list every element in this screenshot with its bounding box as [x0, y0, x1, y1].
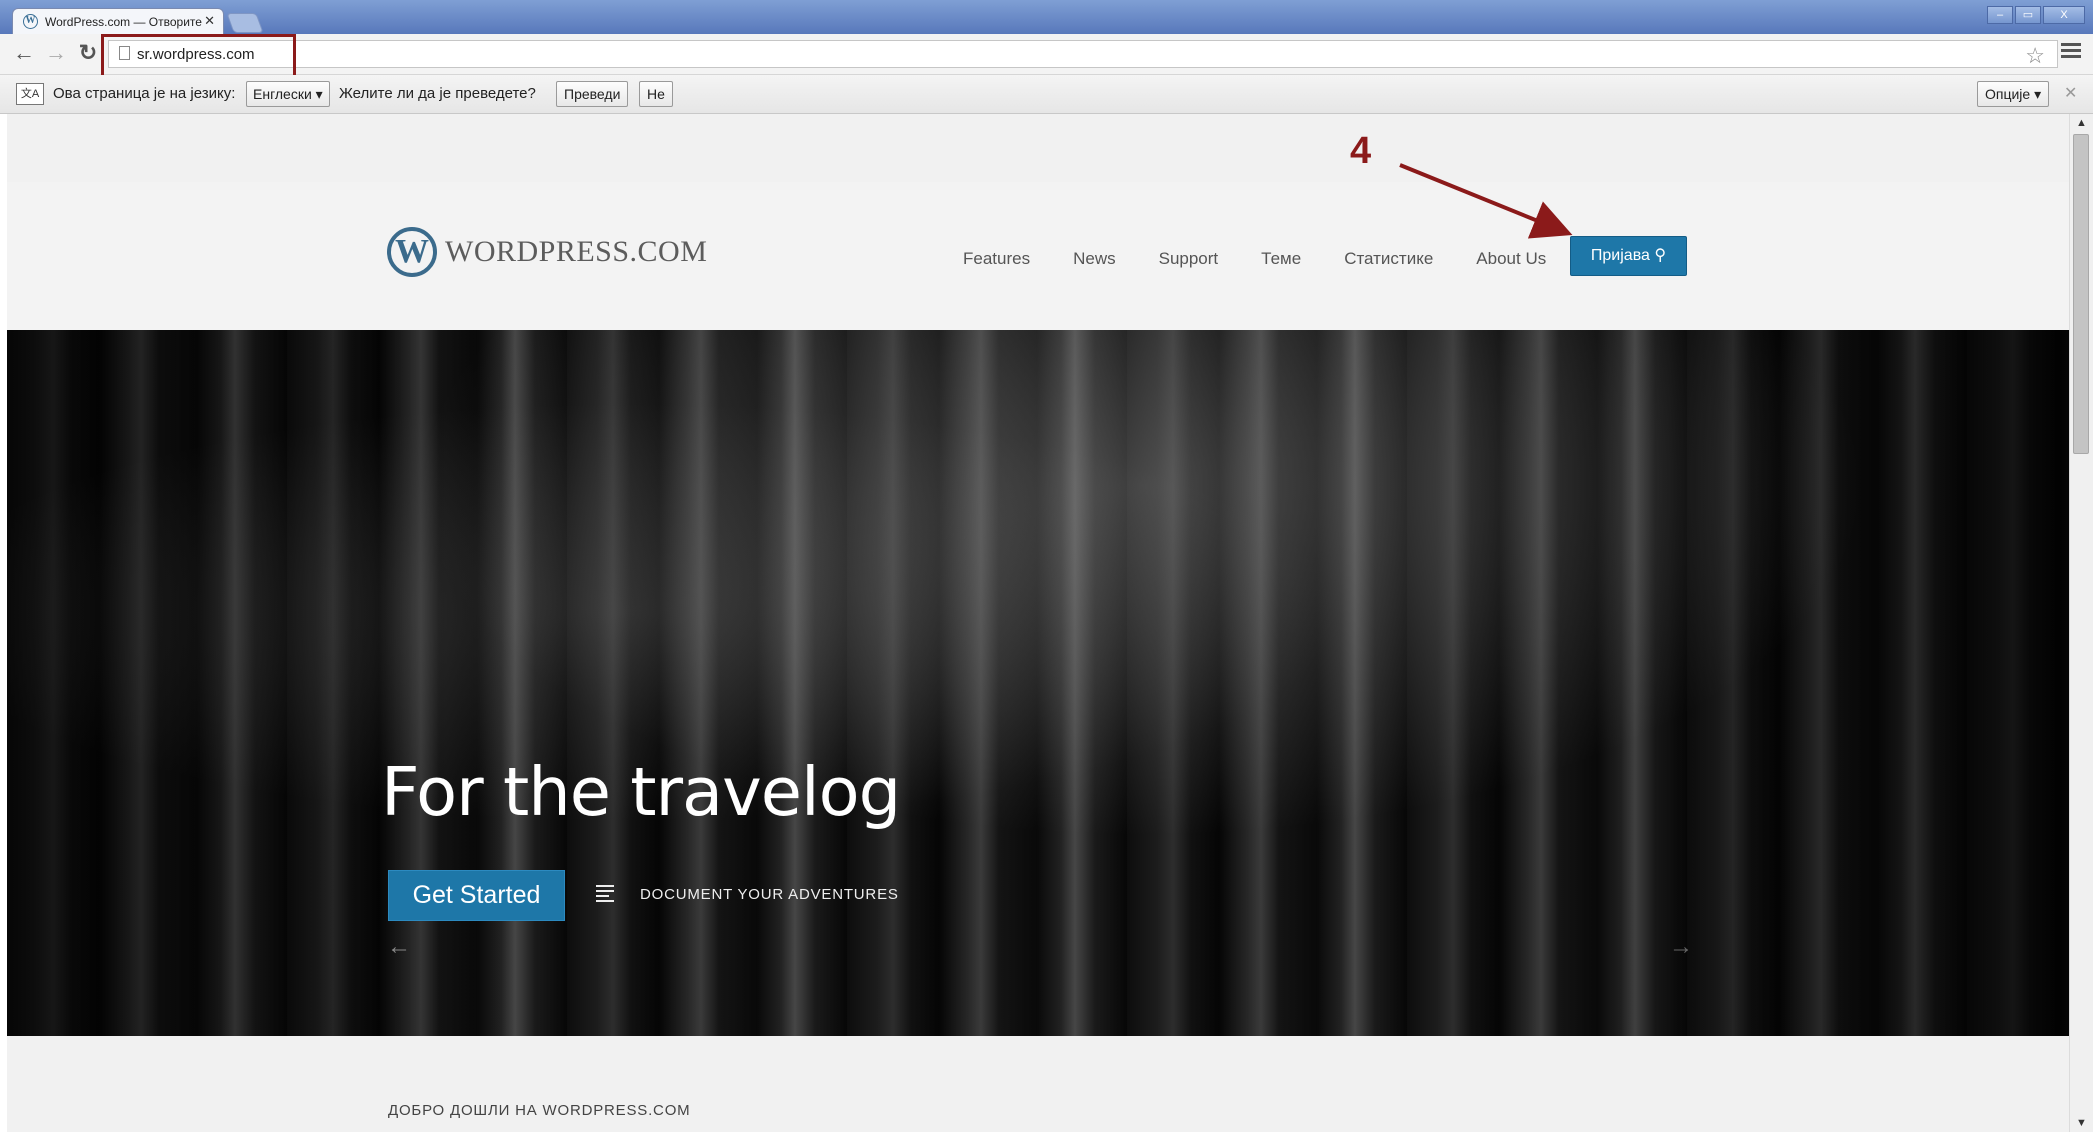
scroll-up-arrow-icon[interactable]: ▲ [2070, 114, 2093, 132]
bookmark-star-icon[interactable]: ☆ [2025, 43, 2045, 69]
no-translate-button[interactable]: Не [639, 81, 673, 107]
wordpress-logo[interactable]: W WORDPRESS.COM [387, 227, 707, 277]
browser-toolbar: ← → ↻ sr.wordpress.com ☆ [0, 34, 2093, 75]
nav-stats[interactable]: Статистике [1344, 249, 1433, 269]
wordpress-favicon-icon: W [23, 14, 38, 29]
translate-prompt: Ова страница је на језику: [53, 85, 236, 102]
translate-bar: 文A Ова страница је на језику: Енглески ▾… [0, 75, 2093, 114]
carousel-next-arrow-icon[interactable]: → [1669, 933, 1693, 961]
nav-features[interactable]: Features [963, 249, 1030, 269]
new-tab-button[interactable] [226, 13, 264, 33]
address-bar[interactable]: sr.wordpress.com ☆ [108, 40, 2058, 68]
minimize-button[interactable]: – [1987, 6, 2013, 24]
wordpress-logo-icon: W [387, 227, 437, 277]
close-window-button[interactable]: X [2043, 6, 2085, 24]
tab-close-icon[interactable]: ✕ [204, 13, 215, 29]
translate-icon: 文A [16, 83, 44, 105]
site-header: W WORDPRESS.COM Features News Support Те… [7, 182, 2069, 330]
welcome-heading: ДОБРО ДОШЛИ НА WORDPRESS.COM [388, 1102, 691, 1119]
page-viewport: W WORDPRESS.COM Features News Support Те… [7, 114, 2069, 1132]
nav-about-us[interactable]: About Us [1476, 249, 1546, 269]
language-select[interactable]: Енглески ▾ [246, 81, 330, 107]
annotation-step-number: 4 [1350, 130, 1372, 172]
nav-themes[interactable]: Теме [1261, 249, 1301, 269]
options-button[interactable]: Опције ▾ [1977, 81, 2050, 107]
tab-title: WordPress.com — Отворите [45, 15, 202, 29]
window-title-bar: W WordPress.com — Отворите ✕ – ▭ X [0, 0, 2093, 34]
nav-support[interactable]: Support [1159, 249, 1219, 269]
page-icon [119, 46, 130, 60]
scroll-thumb[interactable] [2073, 134, 2089, 454]
document-adventures-link[interactable]: DOCUMENT YOUR ADVENTURES [640, 886, 899, 903]
back-arrow-icon[interactable]: ← [12, 42, 36, 66]
main-nav: Features News Support Теме Статистике Ab… [963, 249, 1589, 269]
window-controls: – ▭ X [1987, 6, 2085, 24]
translate-button[interactable]: Преведи [556, 81, 629, 107]
browser-tab[interactable]: W WordPress.com — Отворите ✕ [12, 8, 224, 34]
carousel-prev-arrow-icon[interactable]: ← [387, 933, 411, 961]
translate-question: Желите ли да је преведете? [339, 85, 536, 102]
reload-icon[interactable]: ↻ [76, 42, 100, 66]
get-started-button[interactable]: Get Started [388, 870, 565, 921]
restore-button[interactable]: ▭ [2015, 6, 2041, 24]
hero-banner: For the travelog Get Started DOCUMENT YO… [7, 330, 2069, 1036]
login-button[interactable]: Пријава ⚲ [1570, 236, 1687, 276]
browser-menu-icon[interactable] [2061, 43, 2081, 63]
translate-close-icon[interactable]: ✕ [2064, 83, 2077, 103]
document-icon[interactable] [596, 885, 614, 903]
nav-news[interactable]: News [1073, 249, 1116, 269]
hero-title: For the travelog [381, 753, 901, 831]
scroll-down-arrow-icon[interactable]: ▼ [2070, 1114, 2093, 1132]
forward-arrow-icon[interactable]: → [44, 42, 68, 66]
url-text[interactable]: sr.wordpress.com [137, 46, 255, 63]
logo-text: WORDPRESS.COM [445, 235, 708, 268]
vertical-scrollbar[interactable]: ▲ ▼ [2069, 114, 2093, 1132]
forest-background [7, 330, 2069, 1036]
